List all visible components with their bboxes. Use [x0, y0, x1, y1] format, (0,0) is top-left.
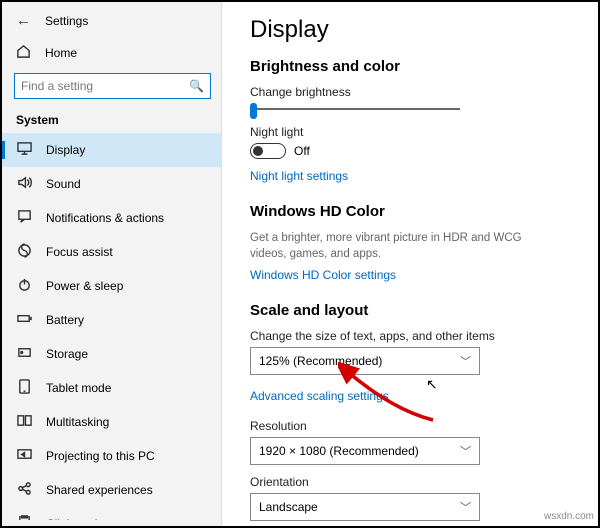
resolution-dropdown-value: 1920 × 1080 (Recommended): [259, 444, 419, 458]
tablet-icon: [16, 379, 32, 397]
chevron-down-icon: ﹀: [460, 443, 471, 459]
cursor-icon: ↖: [426, 376, 438, 393]
sidebar-item-battery[interactable]: Battery: [2, 303, 221, 337]
clipboard-icon: [16, 515, 32, 520]
shared-icon: [16, 481, 32, 499]
orientation-label: Orientation: [250, 475, 576, 489]
brightness-heading: Brightness and color: [250, 58, 576, 75]
chevron-down-icon: ﹀: [460, 499, 471, 515]
orientation-dropdown-value: Landscape: [259, 500, 318, 514]
search-icon: 🔍: [189, 79, 204, 93]
sidebar-item-label: Tablet mode: [46, 381, 111, 395]
projecting-icon: [16, 447, 32, 465]
resolution-dropdown[interactable]: 1920 × 1080 (Recommended) ﹀: [250, 437, 480, 465]
sidebar-item-home[interactable]: Home: [2, 37, 221, 69]
power-icon: [16, 277, 32, 295]
sidebar-item-power-sleep[interactable]: Power & sleep: [2, 269, 221, 303]
display-icon: [16, 141, 32, 159]
sidebar-item-focus-assist[interactable]: Focus assist: [2, 235, 221, 269]
brightness-slider-label: Change brightness: [250, 85, 576, 99]
scale-dropdown-value: 125% (Recommended): [259, 354, 382, 368]
sidebar-item-notifications-actions[interactable]: Notifications & actions: [2, 201, 221, 235]
sidebar-item-multitasking[interactable]: Multitasking: [2, 405, 221, 439]
storage-icon: [16, 345, 32, 363]
sidebar-item-label: Battery: [46, 313, 84, 327]
sidebar-item-storage[interactable]: Storage: [2, 337, 221, 371]
scale-heading: Scale and layout: [250, 302, 576, 319]
sound-icon: [16, 175, 32, 193]
sidebar-item-label: Focus assist: [46, 245, 113, 259]
sidebar-item-tablet-mode[interactable]: Tablet mode: [2, 371, 221, 405]
main-content: Display Brightness and color Change brig…: [222, 2, 598, 526]
multitasking-icon: [16, 413, 32, 431]
hdcolor-desc: Get a brighter, more vibrant picture in …: [250, 230, 540, 262]
chevron-down-icon: ﹀: [460, 353, 471, 369]
orientation-dropdown[interactable]: Landscape ﹀: [250, 493, 480, 521]
scale-dropdown[interactable]: 125% (Recommended) ﹀: [250, 347, 480, 375]
sidebar-item-label: Sound: [46, 177, 81, 191]
nightlight-settings-link[interactable]: Night light settings: [250, 169, 348, 183]
home-label: Home: [45, 46, 77, 60]
back-button[interactable]: ←: [16, 12, 31, 29]
sidebar-item-label: Clipboard: [46, 517, 97, 520]
home-icon: [16, 44, 31, 62]
scale-size-label: Change the size of text, apps, and other…: [250, 329, 576, 343]
hdcolor-heading: Windows HD Color: [250, 203, 576, 220]
sidebar-item-projecting-to-this-pc[interactable]: Projecting to this PC: [2, 439, 221, 473]
sidebar-item-sound[interactable]: Sound: [2, 167, 221, 201]
section-header: System: [2, 109, 221, 133]
notifications-icon: [16, 209, 32, 227]
sidebar-item-label: Storage: [46, 347, 88, 361]
brightness-slider[interactable]: [250, 103, 460, 115]
app-title: Settings: [45, 14, 88, 28]
advanced-scaling-link[interactable]: Advanced scaling settings: [250, 389, 389, 403]
sidebar-item-label: Power & sleep: [46, 279, 123, 293]
hdcolor-settings-link[interactable]: Windows HD Color settings: [250, 268, 396, 282]
sidebar-item-label: Multitasking: [46, 415, 109, 429]
sidebar-item-clipboard[interactable]: Clipboard: [2, 507, 221, 520]
sidebar-item-label: Shared experiences: [46, 483, 153, 497]
nightlight-state: Off: [294, 144, 310, 158]
sidebar-item-label: Notifications & actions: [46, 211, 164, 225]
search-input[interactable]: 🔍: [14, 73, 211, 99]
nav-list: Display Sound Notifications & actions Focus…: [2, 133, 221, 520]
sidebar: ← Settings Home 🔍 System Display Sound Not…: [2, 2, 222, 526]
sidebar-item-display[interactable]: Display: [2, 133, 221, 167]
focus-icon: [16, 243, 32, 261]
sidebar-item-label: Display: [46, 143, 85, 157]
page-title: Display: [250, 16, 576, 44]
watermark: wsxdn.com: [544, 511, 594, 522]
sidebar-item-label: Projecting to this PC: [46, 449, 155, 463]
nightlight-toggle[interactable]: [250, 143, 286, 159]
nightlight-label: Night light: [250, 125, 576, 139]
battery-icon: [16, 311, 32, 329]
resolution-label: Resolution: [250, 419, 576, 433]
sidebar-item-shared-experiences[interactable]: Shared experiences: [2, 473, 221, 507]
